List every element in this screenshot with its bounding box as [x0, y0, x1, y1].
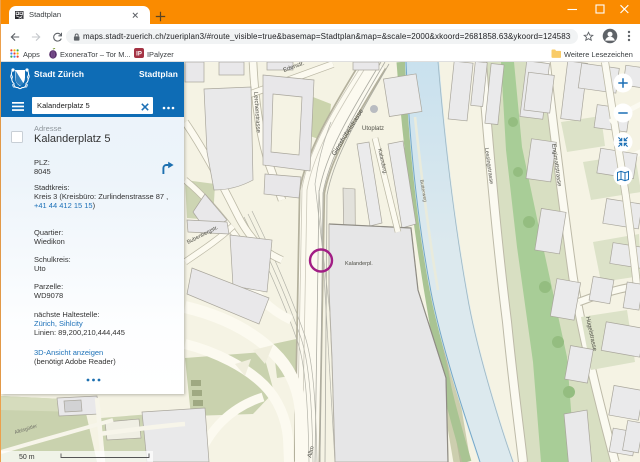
svg-text:50 m: 50 m [19, 454, 35, 461]
svg-text:Utoplatz: Utoplatz [362, 126, 384, 132]
svg-text:Kalanderpl.: Kalanderpl. [345, 261, 373, 267]
svg-text:IP: IP [136, 51, 142, 57]
